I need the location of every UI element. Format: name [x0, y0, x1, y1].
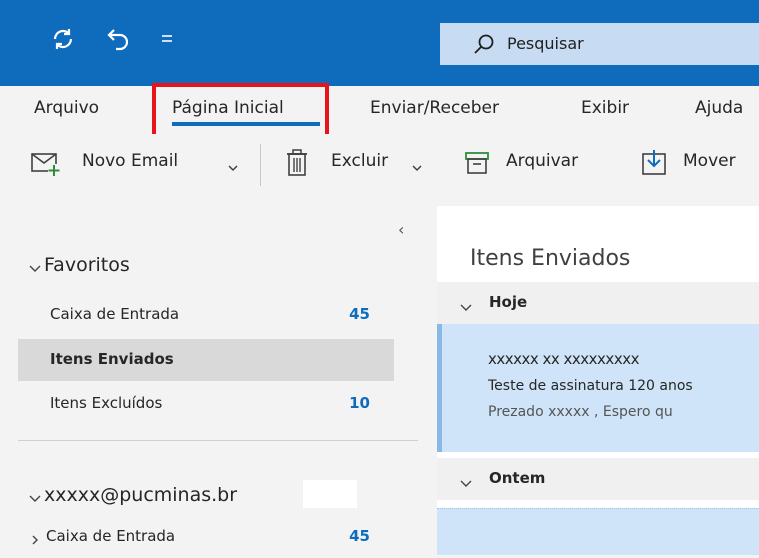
tab-arquivo[interactable]: Arquivo: [34, 98, 99, 118]
move-folder-icon: [640, 148, 670, 182]
chevron-down-icon: [459, 474, 473, 493]
folder-caixa-de-entrada[interactable]: Caixa de Entrada 45: [18, 294, 394, 336]
folder-label: Caixa de Entrada: [50, 305, 180, 323]
folder-divider: [18, 440, 418, 441]
folder-itens-enviados[interactable]: Itens Enviados: [18, 339, 394, 381]
search-icon: [472, 32, 496, 60]
group-header-ontem[interactable]: Ontem: [437, 458, 759, 500]
collapse-pane-icon[interactable]: ‹: [398, 220, 404, 239]
group-label: Ontem: [489, 469, 546, 487]
account-header[interactable]: xxxxx@pucminas.br: [44, 484, 237, 506]
undo-icon[interactable]: [106, 26, 132, 56]
chevron-down-icon[interactable]: [28, 492, 42, 508]
message-list-pane: Itens Enviados Hoje xxxxxx xx xxxxxxxxx …: [437, 206, 759, 555]
highlight-box: [152, 83, 329, 139]
toolbar-separator: [260, 144, 261, 186]
chevron-down-icon: [459, 298, 473, 317]
ribbon-toolbar: Novo Email Excluir Arquivar Mover: [0, 134, 759, 206]
customize-quick-access-icon[interactable]: [160, 32, 174, 51]
message-sender: xxxxxx xx xxxxxxxxx: [488, 350, 639, 368]
ribbon-tabs: Arquivo Página Inicial Enviar/Receber Ex…: [0, 86, 759, 134]
pane-title: Itens Enviados: [470, 246, 631, 271]
chevron-down-icon[interactable]: [28, 262, 42, 278]
delete-button[interactable]: Excluir: [284, 148, 424, 180]
pane-splitter[interactable]: [418, 206, 437, 554]
message-item-selected[interactable]: [437, 508, 759, 555]
folder-itens-excluidos[interactable]: Itens Excluídos 10: [18, 383, 394, 425]
new-email-label: Novo Email: [82, 151, 179, 171]
unread-count: 45: [349, 305, 370, 323]
group-label: Hoje: [489, 293, 528, 311]
message-subject: Teste de assinatura 120 anos: [488, 378, 693, 394]
move-label: Mover: [683, 151, 736, 171]
message-item[interactable]: xxxxxx xx xxxxxxxxx Teste de assinatura …: [437, 324, 759, 452]
archive-button[interactable]: Arquivar: [464, 148, 614, 180]
search-input[interactable]: Pesquisar: [507, 34, 584, 53]
folder-label: Itens Enviados: [50, 350, 174, 368]
new-email-icon: [30, 150, 62, 182]
tab-ajuda[interactable]: Ajuda: [695, 98, 743, 118]
archive-label: Arquivar: [506, 151, 579, 171]
favorites-header[interactable]: Favoritos: [44, 254, 130, 276]
chevron-right-icon: [30, 531, 40, 550]
archive-icon: [464, 150, 492, 180]
search-box[interactable]: Pesquisar: [440, 23, 759, 65]
move-button[interactable]: Mover: [640, 148, 759, 180]
tab-enviar-receber[interactable]: Enviar/Receber: [370, 98, 499, 118]
sync-icon[interactable]: [50, 26, 76, 56]
unread-count: 45: [349, 527, 370, 545]
folder-label: Itens Excluídos: [50, 394, 163, 412]
redaction-box: [303, 480, 357, 508]
account-folder-caixa-de-entrada[interactable]: Caixa de Entrada 45: [18, 516, 394, 558]
message-preview: Prezado xxxxx , Espero qu: [488, 404, 673, 420]
chevron-down-icon: [411, 158, 423, 177]
delete-label: Excluir: [331, 151, 389, 171]
chevron-down-icon: [227, 158, 239, 177]
unread-count: 10: [349, 394, 370, 412]
folder-pane: ‹ Favoritos Caixa de Entrada 45 Itens En…: [0, 206, 418, 554]
folder-label: Caixa de Entrada: [46, 527, 176, 545]
new-email-button[interactable]: Novo Email: [30, 148, 245, 180]
tab-exibir[interactable]: Exibir: [581, 98, 629, 118]
group-header-hoje[interactable]: Hoje: [437, 282, 759, 324]
trash-icon: [284, 148, 310, 182]
title-bar: Pesquisar: [0, 0, 759, 86]
